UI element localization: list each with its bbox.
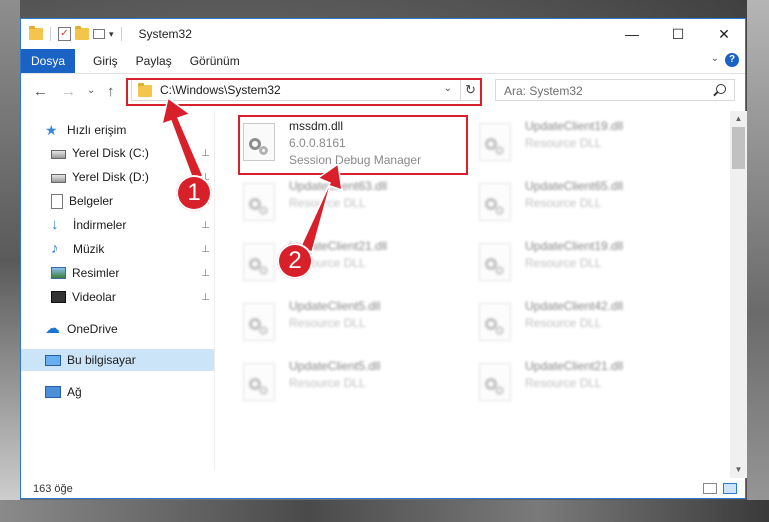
arrow-1-shape — [160, 96, 204, 181]
annotation-arrows — [160, 96, 343, 253]
step-2-callout: 2 — [277, 243, 313, 279]
step-1-callout: 1 — [176, 175, 212, 211]
arrow-2-shape — [298, 162, 343, 253]
